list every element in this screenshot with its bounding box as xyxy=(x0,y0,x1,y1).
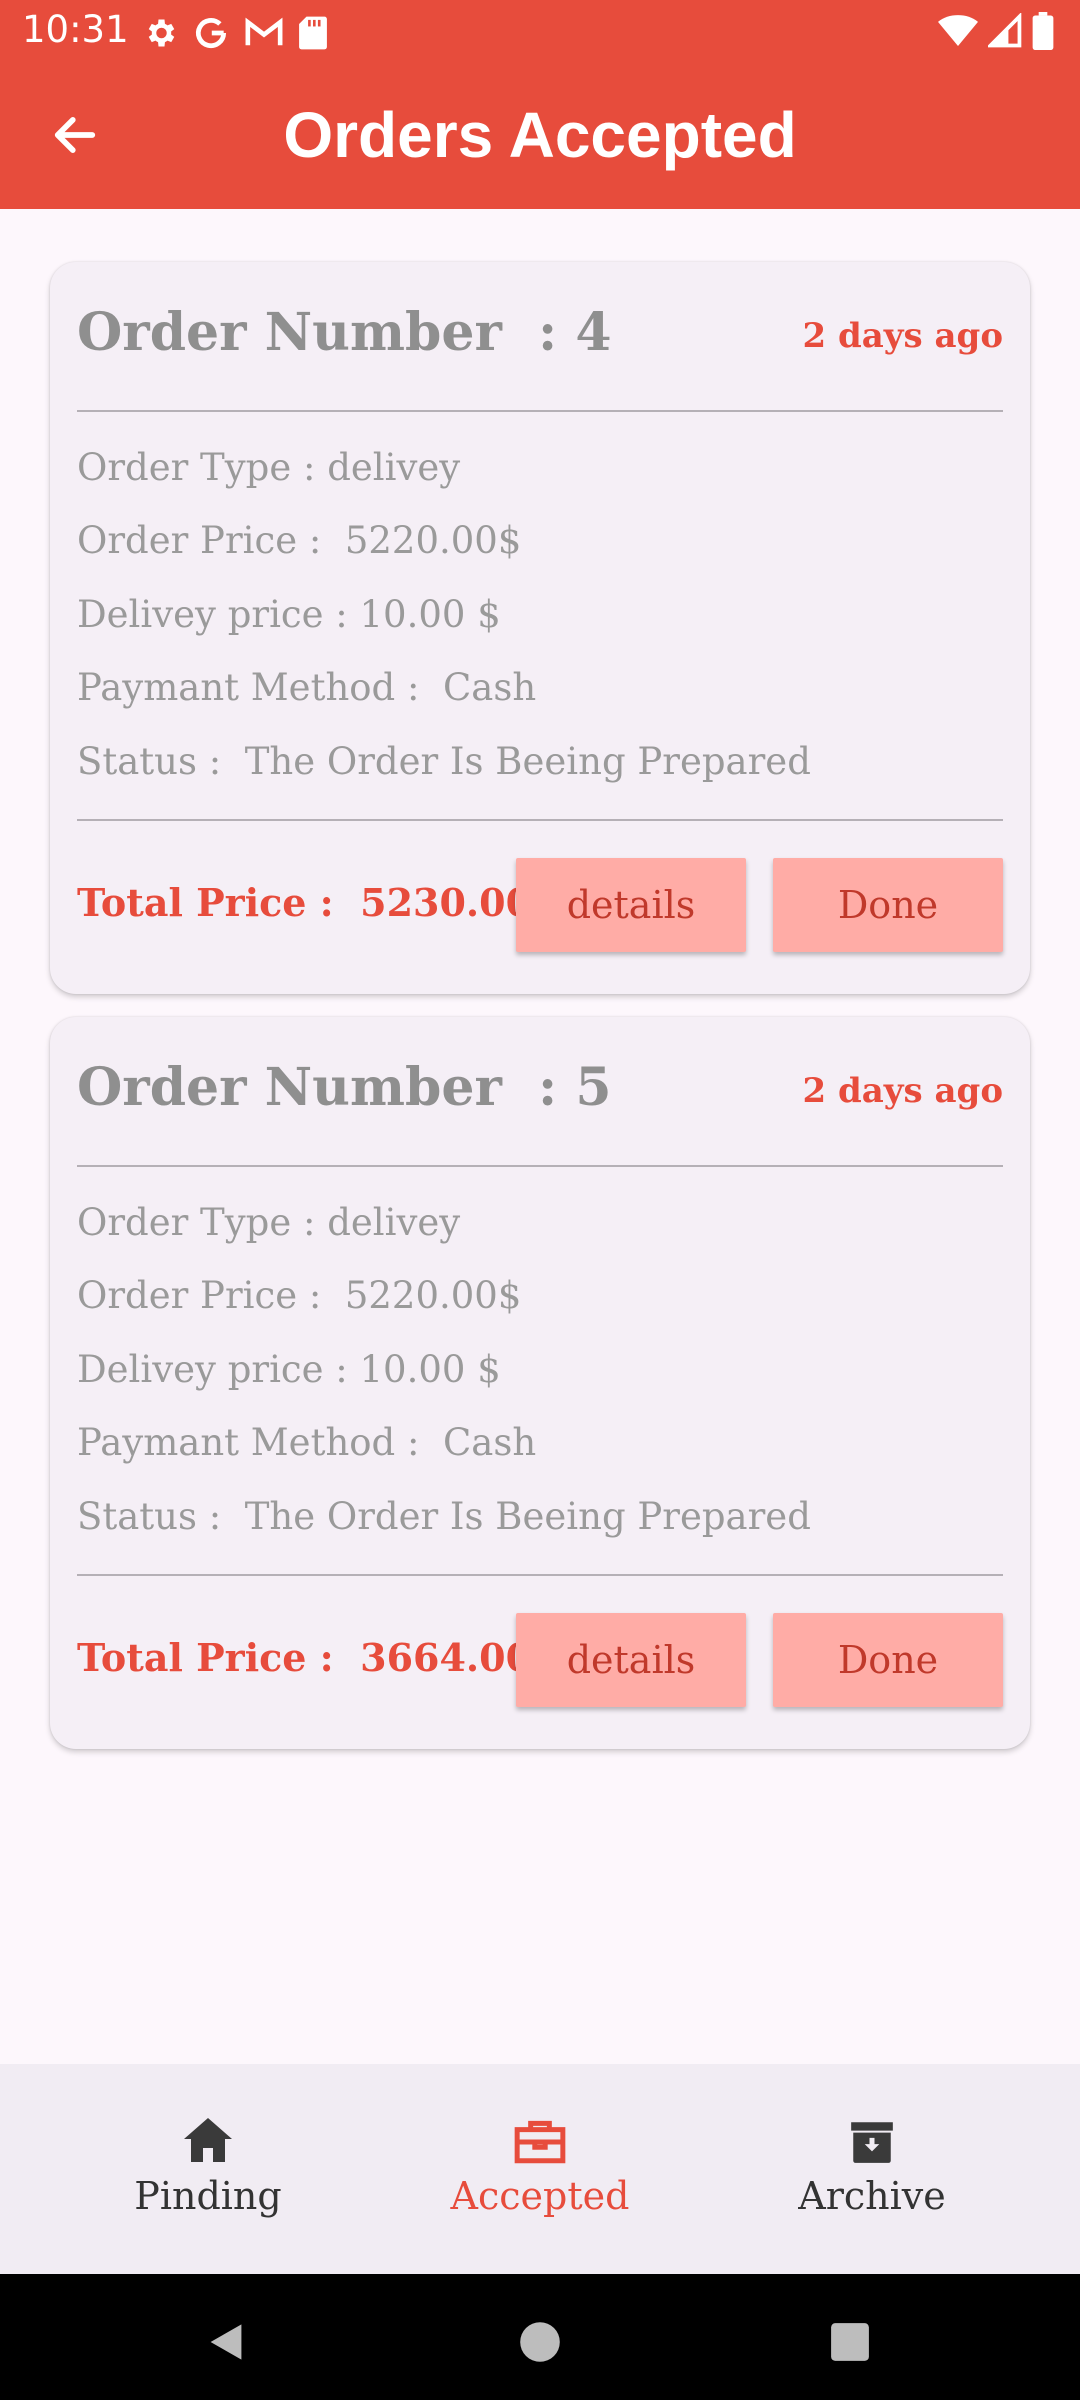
divider xyxy=(77,1165,1003,1167)
bottom-navigation: Pinding Accepted Archive xyxy=(0,2064,1080,2274)
signal-icon xyxy=(988,13,1022,49)
archive-icon xyxy=(692,2116,1052,2166)
app-bar: Orders Accepted xyxy=(0,64,1080,209)
nav-label-accepted: Accepted xyxy=(450,2174,630,2218)
sd-card-icon xyxy=(298,15,328,51)
system-navigation-bar xyxy=(0,2274,1080,2400)
divider xyxy=(77,410,1003,412)
payment-method: Paymant Method : Cash xyxy=(77,666,537,709)
total-price: Total Price : 3664.00 xyxy=(77,1635,533,1680)
square-recents-icon xyxy=(829,2321,871,2368)
order-time-ago: 2 days ago xyxy=(802,316,1003,356)
briefcase-icon xyxy=(360,2116,720,2166)
status-icons-left xyxy=(142,14,328,52)
status-time: 10:31 xyxy=(22,8,129,51)
divider xyxy=(77,819,1003,821)
gear-icon xyxy=(142,15,178,51)
done-button[interactable]: Done xyxy=(773,1613,1003,1707)
order-card: Order Number : 4 2 days ago Order Type :… xyxy=(50,262,1030,994)
details-button[interactable]: details xyxy=(516,858,746,952)
divider xyxy=(77,1574,1003,1576)
nav-label-archive: Archive xyxy=(798,2174,946,2218)
order-price: Order Price : 5220.00$ xyxy=(77,1274,522,1317)
delivery-price: Delivey price : 10.00 $ xyxy=(77,1348,501,1391)
wifi-icon xyxy=(938,13,978,49)
order-number: Order Number : 4 xyxy=(77,302,612,363)
system-home-button[interactable] xyxy=(510,2314,570,2374)
order-card: Order Number : 5 2 days ago Order Type :… xyxy=(50,1017,1030,1749)
order-number: Order Number : 5 xyxy=(77,1057,612,1118)
details-button[interactable]: details xyxy=(516,1613,746,1707)
order-type: Order Type : delivey xyxy=(77,1201,461,1244)
order-time-ago: 2 days ago xyxy=(802,1071,1003,1111)
battery-icon xyxy=(1032,12,1054,50)
system-recents-button[interactable] xyxy=(820,2314,880,2374)
system-back-button[interactable] xyxy=(196,2314,256,2374)
status-bar: 10:31 xyxy=(0,0,1080,64)
gmail-icon xyxy=(244,15,284,51)
nav-item-archive[interactable]: Archive xyxy=(692,2064,1052,2274)
nav-item-pinding[interactable]: Pinding xyxy=(28,2064,388,2274)
page-title: Orders Accepted xyxy=(283,99,797,171)
order-price: Order Price : 5220.00$ xyxy=(77,519,522,562)
circle-home-icon xyxy=(518,2320,562,2369)
google-icon xyxy=(192,14,230,52)
nav-label-pinding: Pinding xyxy=(134,2174,282,2218)
delivery-price: Delivey price : 10.00 $ xyxy=(77,593,501,636)
triangle-back-icon xyxy=(204,2320,248,2369)
order-status: Status : The Order Is Beeing Prepared xyxy=(77,1495,811,1538)
order-status: Status : The Order Is Beeing Prepared xyxy=(77,740,811,783)
order-type: Order Type : delivey xyxy=(77,446,461,489)
home-icon xyxy=(28,2116,388,2164)
nav-item-accepted[interactable]: Accepted xyxy=(360,2064,720,2274)
status-icons-right xyxy=(938,12,1054,50)
payment-method: Paymant Method : Cash xyxy=(77,1421,537,1464)
total-price: Total Price : 5230.00 xyxy=(77,880,533,925)
done-button[interactable]: Done xyxy=(773,858,1003,952)
